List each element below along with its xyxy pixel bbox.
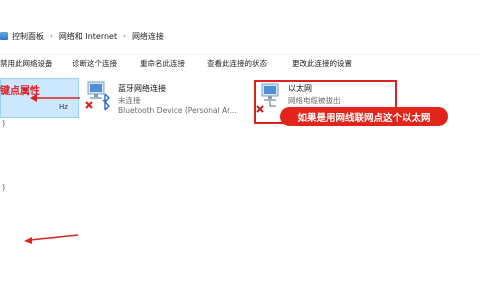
breadcrumb-separator: › <box>50 32 53 40</box>
breadcrumb-separator: › <box>123 32 126 40</box>
ethernet-connection-icon[interactable] <box>256 82 284 116</box>
rename-button[interactable]: 重命名此连接 <box>140 58 185 69</box>
ethernet-connection-status: 网络电缆被拔出 <box>288 96 341 105</box>
control-panel-icon <box>0 32 8 40</box>
annotation-ethernet-tip-text: 如果是用网线联网点这个以太网 <box>297 112 431 124</box>
bluetooth-connection-icon[interactable] <box>84 80 114 111</box>
breadcrumb-network-internet[interactable]: 网络和 Internet <box>59 31 117 42</box>
change-settings-button[interactable]: 更改此连接的设置 <box>292 58 352 69</box>
ethernet-connection-name: 以太网 <box>288 84 312 93</box>
view-status-button[interactable]: 查看此连接的状态 <box>207 58 267 69</box>
left-edge-glyph: ) <box>2 183 6 192</box>
breadcrumb-network-connections[interactable]: 网络连接 <box>132 31 164 42</box>
header-divider <box>0 54 480 55</box>
left-edge-glyph: ) <box>2 119 6 128</box>
bluetooth-connection-name: 蓝牙网络连接 <box>118 84 166 93</box>
annotation-arrow-bottom <box>24 234 79 244</box>
bluetooth-connection-status: 未连接 <box>118 96 141 105</box>
breadcrumb-control-panel[interactable]: 控制面板 <box>12 31 44 42</box>
annotation-ethernet-tip: 如果是用网线联网点这个以太网 <box>280 107 448 126</box>
partial-value-text: Hz <box>59 103 68 111</box>
annotation-arrow-top <box>30 94 80 102</box>
disable-device-button[interactable]: 禁用此网络设备 <box>0 58 53 69</box>
breadcrumb: 控制面板 › 网络和 Internet › 网络连接 <box>0 28 164 44</box>
bluetooth-device-name: Bluetooth Device (Personal Ar... <box>118 106 237 115</box>
diagnose-button[interactable]: 诊断这个连接 <box>72 58 117 69</box>
